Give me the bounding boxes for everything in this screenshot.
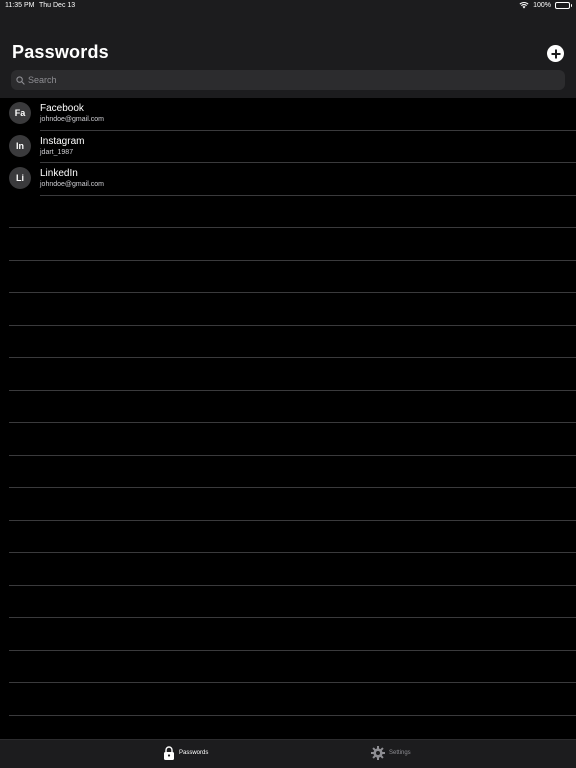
status-date: Thu Dec 13 <box>39 2 76 9</box>
search-icon <box>16 75 25 85</box>
empty-row <box>0 651 576 683</box>
wifi-icon <box>519 1 529 9</box>
list-item[interactable]: Fa Facebook johndoe@gmail.com <box>0 98 576 131</box>
empty-row <box>0 293 576 326</box>
empty-row <box>0 261 576 293</box>
avatar: Li <box>9 167 31 189</box>
empty-row <box>0 423 576 456</box>
empty-row <box>0 488 576 521</box>
empty-row <box>0 683 576 716</box>
empty-row <box>0 521 576 553</box>
status-indicators: 100% <box>519 1 572 9</box>
battery-icon <box>555 1 572 9</box>
avatar: Fa <box>9 102 31 124</box>
list-item[interactable]: In Instagram jdart_1987 <box>0 131 576 163</box>
tab-passwords[interactable]: Passwords <box>163 746 208 760</box>
empty-row <box>0 391 576 423</box>
entry-name: LinkedIn <box>40 168 78 179</box>
list-item[interactable]: Li LinkedIn johndoe@gmail.com <box>0 163 576 196</box>
empty-row <box>0 456 576 488</box>
navigation-header: Passwords <box>0 14 576 98</box>
tab-bar: Passwords Settings <box>0 739 576 768</box>
empty-row <box>0 358 576 391</box>
lock-icon <box>164 746 174 760</box>
avatar: In <box>9 134 31 157</box>
status-bar: 11:35 PM Thu Dec 13 100% <box>0 0 576 14</box>
empty-row <box>0 618 576 651</box>
entry-name: Instagram <box>40 135 85 147</box>
empty-row <box>0 196 576 228</box>
battery-percent: 100% <box>533 1 551 9</box>
tab-settings[interactable]: Settings <box>371 746 411 760</box>
tab-label: Settings <box>389 750 411 756</box>
empty-row <box>0 586 576 618</box>
page-title: Passwords <box>12 42 109 62</box>
empty-row <box>0 326 576 358</box>
search-bar[interactable] <box>11 70 565 90</box>
add-password-button[interactable] <box>547 45 564 62</box>
password-list: Fa Facebook johndoe@gmail.com In Instagr… <box>0 98 576 196</box>
status-time: 11:35 PM <box>5 2 35 9</box>
app-screen: 11:35 PM Thu Dec 13 100% Passwords Fa Fa… <box>0 0 576 768</box>
entry-name: Facebook <box>40 103 84 114</box>
entry-username: jdart_1987 <box>40 148 74 156</box>
row-divider <box>9 714 576 716</box>
entry-username: johndoe@gmail.com <box>40 116 104 123</box>
gear-icon <box>371 746 385 760</box>
empty-list-rows <box>0 196 576 716</box>
empty-row <box>0 553 576 586</box>
search-input[interactable] <box>28 71 565 89</box>
entry-username: johndoe@gmail.com <box>40 181 104 188</box>
tab-label: Passwords <box>179 750 209 756</box>
empty-row <box>0 228 576 261</box>
